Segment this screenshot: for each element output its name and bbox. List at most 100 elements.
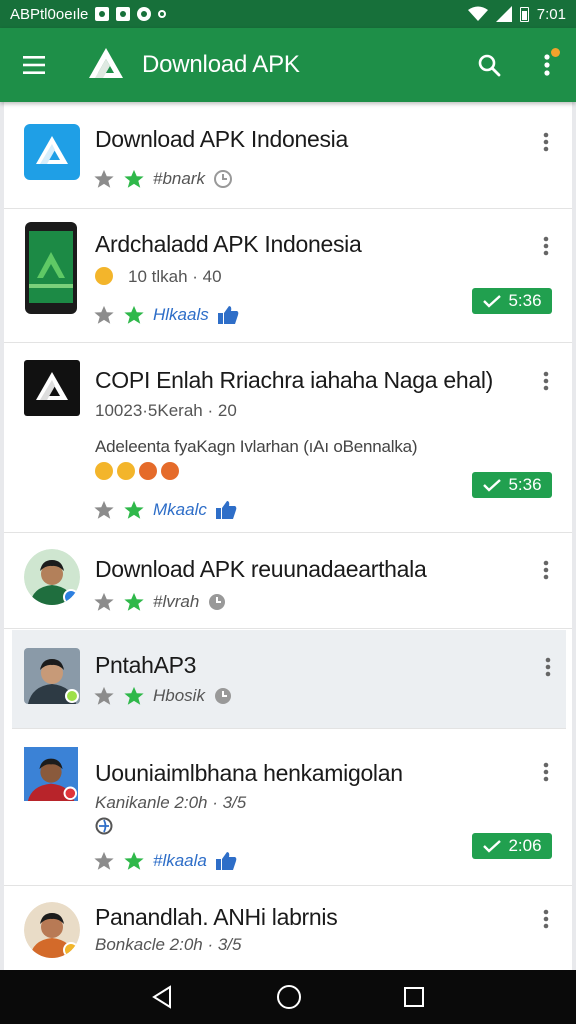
clock-icon [214, 688, 231, 704]
more-vertical-icon [543, 560, 549, 580]
status-time: 7:01 [536, 5, 566, 23]
item-title: Download APK Indonesia [95, 126, 348, 152]
avatar [24, 747, 78, 801]
list-item[interactable]: COPI Enlah Rriachra iahaha Naga ehal) 10… [4, 343, 572, 533]
recents-icon[interactable] [403, 986, 425, 1008]
item-subtitle: Bonkacle 2:0h · 3/5 [95, 935, 242, 954]
overflow-menu-button[interactable] [518, 28, 576, 102]
emoji-icon [117, 462, 135, 480]
check-icon [483, 295, 502, 308]
download-badge[interactable]: 2:06 [472, 833, 552, 859]
avatar [24, 648, 80, 704]
app-logo-icon [89, 48, 123, 78]
item-description: Adeleenta fyaKagn Ivlarhan (ıAı oBennalk… [95, 437, 418, 456]
more-vertical-icon [543, 762, 549, 782]
list-item[interactable]: PntahAP3 Hbosik [12, 630, 566, 729]
star-icon[interactable] [123, 591, 145, 613]
thumbs-up-icon [215, 852, 237, 870]
emoji-icon [161, 462, 179, 480]
rating-row: Hlkaals [93, 304, 239, 326]
status-bar: ABPtl0oeıle 7:01 [0, 0, 576, 28]
status-right: 7:01 [467, 5, 566, 23]
item-more-button[interactable] [534, 555, 558, 585]
list-item[interactable]: Ardchaladd APK Indonesia 10 tlkah · 40 H… [4, 209, 572, 343]
item-title: Ardchaladd APK Indonesia [95, 231, 362, 257]
avatar [24, 549, 80, 605]
star-icon[interactable] [123, 850, 145, 872]
list-item[interactable]: Download APK reuunadaearthala #lvrah [4, 533, 572, 629]
list-item[interactable]: Uouniaimlbhana henkamigolan Kanikanle 2:… [4, 729, 572, 886]
check-icon [483, 479, 502, 492]
rating-row: Mkaalc [93, 499, 237, 521]
rating-tag: Hbosik [153, 686, 205, 705]
item-title: Download APK reuunadaearthala [95, 556, 427, 582]
back-icon[interactable] [151, 985, 175, 1009]
emoji-row [95, 462, 179, 480]
more-vertical-icon [544, 54, 550, 76]
item-subtitle: Kanikanle 2:0h · 3/5 [95, 793, 247, 812]
app-logo-icon [24, 360, 80, 416]
star-icon[interactable] [93, 591, 115, 613]
status-text: ABPtl0oeıle [10, 5, 89, 23]
item-subtitle: 10023·5Kerah · 20 [95, 401, 237, 420]
item-subtitle: 10 tlkah · 40 [128, 267, 222, 286]
more-vertical-icon [543, 909, 549, 929]
star-icon[interactable] [93, 168, 115, 190]
rating-row: #lvrah [93, 591, 227, 613]
download-badge[interactable]: 5:36 [472, 472, 552, 498]
clock-icon [209, 594, 226, 610]
search-button[interactable] [460, 28, 518, 102]
star-icon[interactable] [93, 304, 115, 326]
item-title: COPI Enlah Rriachra iahaha Naga ehal) [95, 367, 494, 393]
phone-thumbnail [25, 222, 77, 314]
list-item[interactable]: Panandlah. ANHi labrnis Bonkacle 2:0h · … [4, 886, 572, 970]
rating-tag: Hlkaals [153, 305, 209, 324]
hamburger-icon [23, 56, 45, 74]
star-icon[interactable] [93, 850, 115, 872]
item-more-button[interactable] [534, 757, 558, 787]
star-icon[interactable] [123, 685, 145, 707]
signal-icon [495, 6, 512, 22]
star-icon[interactable] [93, 499, 115, 521]
menu-button[interactable] [0, 28, 68, 102]
rating-tag: #lvrah [153, 592, 200, 611]
item-title: Uouniaimlbhana henkamigolan [95, 760, 403, 786]
notification-icon [137, 7, 152, 21]
rating-tag: #lkaala [153, 851, 207, 870]
clock-icon [213, 170, 232, 188]
check-icon [483, 840, 502, 853]
battery-icon [519, 6, 529, 22]
home-icon[interactable] [276, 984, 302, 1010]
emoji-icon [139, 462, 157, 480]
item-more-button[interactable] [534, 366, 558, 396]
notification-badge [551, 48, 560, 57]
star-icon[interactable] [123, 168, 145, 190]
download-badge[interactable]: 5:36 [472, 288, 552, 314]
item-more-button[interactable] [534, 904, 558, 934]
rating-row: #bnark [93, 168, 233, 190]
rating-row: #lkaala [93, 850, 237, 872]
more-vertical-icon [543, 371, 549, 391]
item-title: PntahAP3 [95, 652, 197, 678]
notification-icon [116, 7, 131, 21]
item-more-button[interactable] [536, 652, 560, 682]
thumbs-up-icon [217, 306, 239, 324]
list-item[interactable]: Download APK Indonesia #bnark [4, 102, 572, 209]
notification-icon [95, 7, 110, 21]
star-icon[interactable] [123, 499, 145, 521]
search-icon [478, 54, 501, 77]
more-vertical-icon [543, 236, 549, 256]
item-more-button[interactable] [534, 231, 558, 261]
app-logo-icon [24, 124, 80, 180]
star-icon[interactable] [93, 685, 115, 707]
emoji-icon [95, 267, 113, 285]
more-vertical-icon [543, 132, 549, 152]
wifi-icon [467, 6, 488, 21]
rating-tag: Mkaalc [153, 500, 207, 519]
item-more-button[interactable] [534, 127, 558, 157]
badge-label: 5:36 [508, 291, 542, 310]
badge-label: 5:36 [508, 475, 542, 494]
notification-dot-icon [158, 10, 167, 18]
star-icon[interactable] [123, 304, 145, 326]
thumbs-up-icon [215, 501, 237, 519]
